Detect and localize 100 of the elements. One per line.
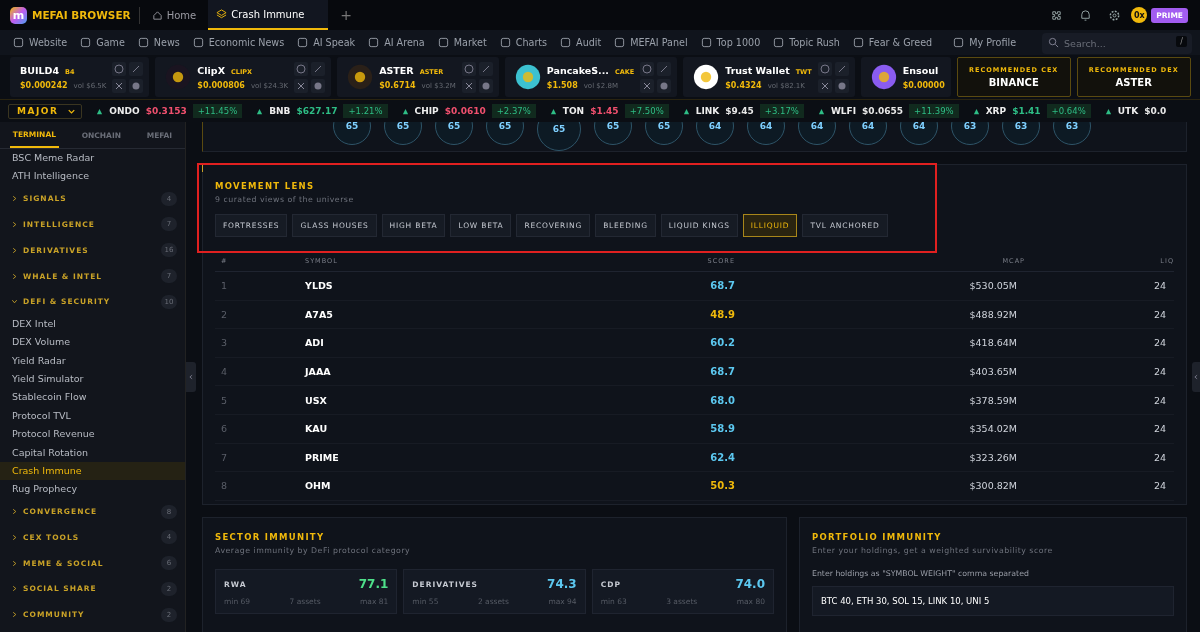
liquidity-cell-text: 24	[1152, 480, 1167, 492]
settings-icon[interactable]	[1108, 8, 1122, 22]
change-badge: +7.50%	[624, 104, 669, 118]
sidebar-item[interactable]: Stablecoin Flow	[0, 388, 185, 407]
app-logo: m	[10, 6, 27, 24]
nav-link[interactable]: Game	[80, 37, 125, 48]
sidebar-item[interactable]: Rug Prophecy	[0, 480, 185, 499]
holdings-field[interactable]: BTC 40, ETH 30, SOL 15, LINK 10, UNI 5	[812, 586, 1174, 616]
puzzle-icon[interactable]	[1050, 8, 1064, 22]
nav-link[interactable]: News	[137, 37, 180, 48]
ticker-price: $9.45	[725, 106, 754, 116]
token-price: $0.000242	[20, 80, 68, 90]
ticker-price: $0.0655	[862, 106, 904, 116]
sidebar-item[interactable]: Crash Immune	[0, 461, 185, 481]
chevron-icon	[11, 298, 18, 306]
sidebar-item[interactable]: Protocol Revenue	[0, 425, 185, 444]
sidebar-item[interactable]: Yield Simulator	[0, 369, 185, 389]
sidebar-item[interactable]: Protocol TVL	[0, 406, 185, 426]
score-cell-text: 60.2	[709, 337, 735, 349]
account-badge[interactable]: 0x	[1131, 7, 1148, 23]
link-icon[interactable]	[311, 61, 326, 76]
link-icon[interactable]	[478, 61, 493, 76]
globe-icon[interactable]	[817, 61, 832, 76]
token-card[interactable]: Ensoul $0.00000	[860, 57, 951, 97]
symbol-cell-text: OHM	[305, 480, 332, 492]
collapse-handle[interactable]	[186, 362, 196, 392]
link-icon[interactable]	[834, 61, 849, 76]
globe-icon[interactable]	[112, 61, 127, 76]
nav-link[interactable]: Top 1000	[700, 37, 761, 48]
nav-link[interactable]: Charts	[499, 37, 548, 48]
sidebar-item[interactable]: ATH Intelligence	[0, 167, 185, 186]
rank-cell-text: 6	[220, 423, 229, 435]
x-icon[interactable]	[640, 78, 655, 93]
globe-icon[interactable]	[461, 61, 476, 76]
chevron-icon	[11, 559, 18, 567]
rank-cell-text: 2	[220, 308, 229, 320]
telegram-icon[interactable]	[657, 78, 672, 93]
nav-link[interactable]: Economic News	[192, 37, 285, 48]
nav-link[interactable]: Website	[13, 37, 68, 48]
up-arrow-icon	[549, 107, 557, 115]
x-icon[interactable]	[294, 78, 309, 93]
mcap-cell-text: $403.65M	[968, 366, 1018, 378]
sidebar-item[interactable]: Yield Radar	[0, 351, 185, 370]
nav-link[interactable]: Topic Rush	[773, 37, 840, 48]
link-icon[interactable]	[657, 61, 672, 76]
telegram-icon[interactable]	[834, 78, 849, 93]
sidebar-item[interactable]: DEX Intel	[0, 314, 185, 334]
nav-link[interactable]: Fear & Greed	[852, 37, 933, 48]
rank-cell-text: 8	[220, 480, 229, 492]
telegram-icon[interactable]	[478, 78, 493, 93]
new-tab-button[interactable]: +	[332, 7, 360, 23]
collapse-handle[interactable]	[1192, 362, 1200, 392]
nav-link[interactable]: AI Arena	[368, 37, 425, 48]
change-badge: +3.17%	[759, 104, 804, 118]
rounded-square-icon	[437, 37, 449, 48]
telegram-icon[interactable]	[311, 78, 326, 93]
sector-score: 74.0	[735, 577, 765, 591]
telegram-icon[interactable]	[129, 78, 144, 93]
symbol-cell-text: USX	[305, 394, 328, 406]
bell-icon[interactable]	[1079, 8, 1093, 22]
x-icon[interactable]	[817, 78, 832, 93]
chevron-icon	[11, 195, 18, 203]
sidebar-item[interactable]: Capital Rotation	[0, 443, 185, 462]
token-name: Trust Wallet	[725, 64, 790, 76]
score-bubble: 64	[900, 122, 938, 145]
nav-link[interactable]: AI Speak	[297, 37, 356, 48]
nav-link[interactable]: Audit	[560, 37, 602, 48]
nav-link[interactable]: MEFAI Panel	[614, 37, 688, 48]
liquidity-cell-text: 24	[1152, 366, 1167, 378]
rank-cell-text: 4	[220, 366, 229, 378]
sidebar-item[interactable]: BSC Meme Radar	[0, 149, 185, 168]
mcap-cell-text: $300.82M	[968, 480, 1018, 492]
score-bubble: 63	[1002, 122, 1040, 145]
sector-score: 77.1	[358, 577, 389, 591]
browser-tab[interactable]: Home	[143, 0, 205, 30]
score-cell-text: 58.9	[709, 423, 735, 435]
x-icon[interactable]	[112, 78, 127, 93]
up-arrow-icon	[96, 107, 104, 115]
rank-cell-text: 1	[220, 280, 229, 292]
ticker-symbol: TON	[562, 106, 585, 116]
globe-icon[interactable]	[294, 61, 309, 76]
score-cell-text: 68.0	[709, 394, 735, 406]
chevron-icon	[11, 272, 18, 280]
liquidity-cell-text: 24	[1152, 308, 1167, 320]
filter-dropdown[interactable]: MAJOR	[8, 103, 83, 119]
browser-tab[interactable]: Crash Immune	[208, 0, 329, 30]
chevron-icon	[11, 585, 18, 593]
nav-link[interactable]: Market	[437, 37, 487, 48]
exchange-name: BINANCE	[988, 77, 1039, 88]
sidebar-item[interactable]: DEX Volume	[0, 333, 185, 352]
globe-icon[interactable]	[640, 61, 655, 76]
mcap-cell-text: $418.64M	[968, 337, 1018, 349]
symbol-cell-text: ADI	[305, 337, 325, 349]
x-icon[interactable]	[461, 78, 476, 93]
link-icon[interactable]	[129, 61, 144, 76]
symbol-cell-text: KAU	[305, 423, 329, 435]
up-arrow-icon	[256, 107, 264, 115]
change-badge: +2.37%	[491, 104, 536, 118]
chevron-icon	[11, 246, 18, 254]
nav-link[interactable]: My Profile	[953, 37, 1017, 48]
